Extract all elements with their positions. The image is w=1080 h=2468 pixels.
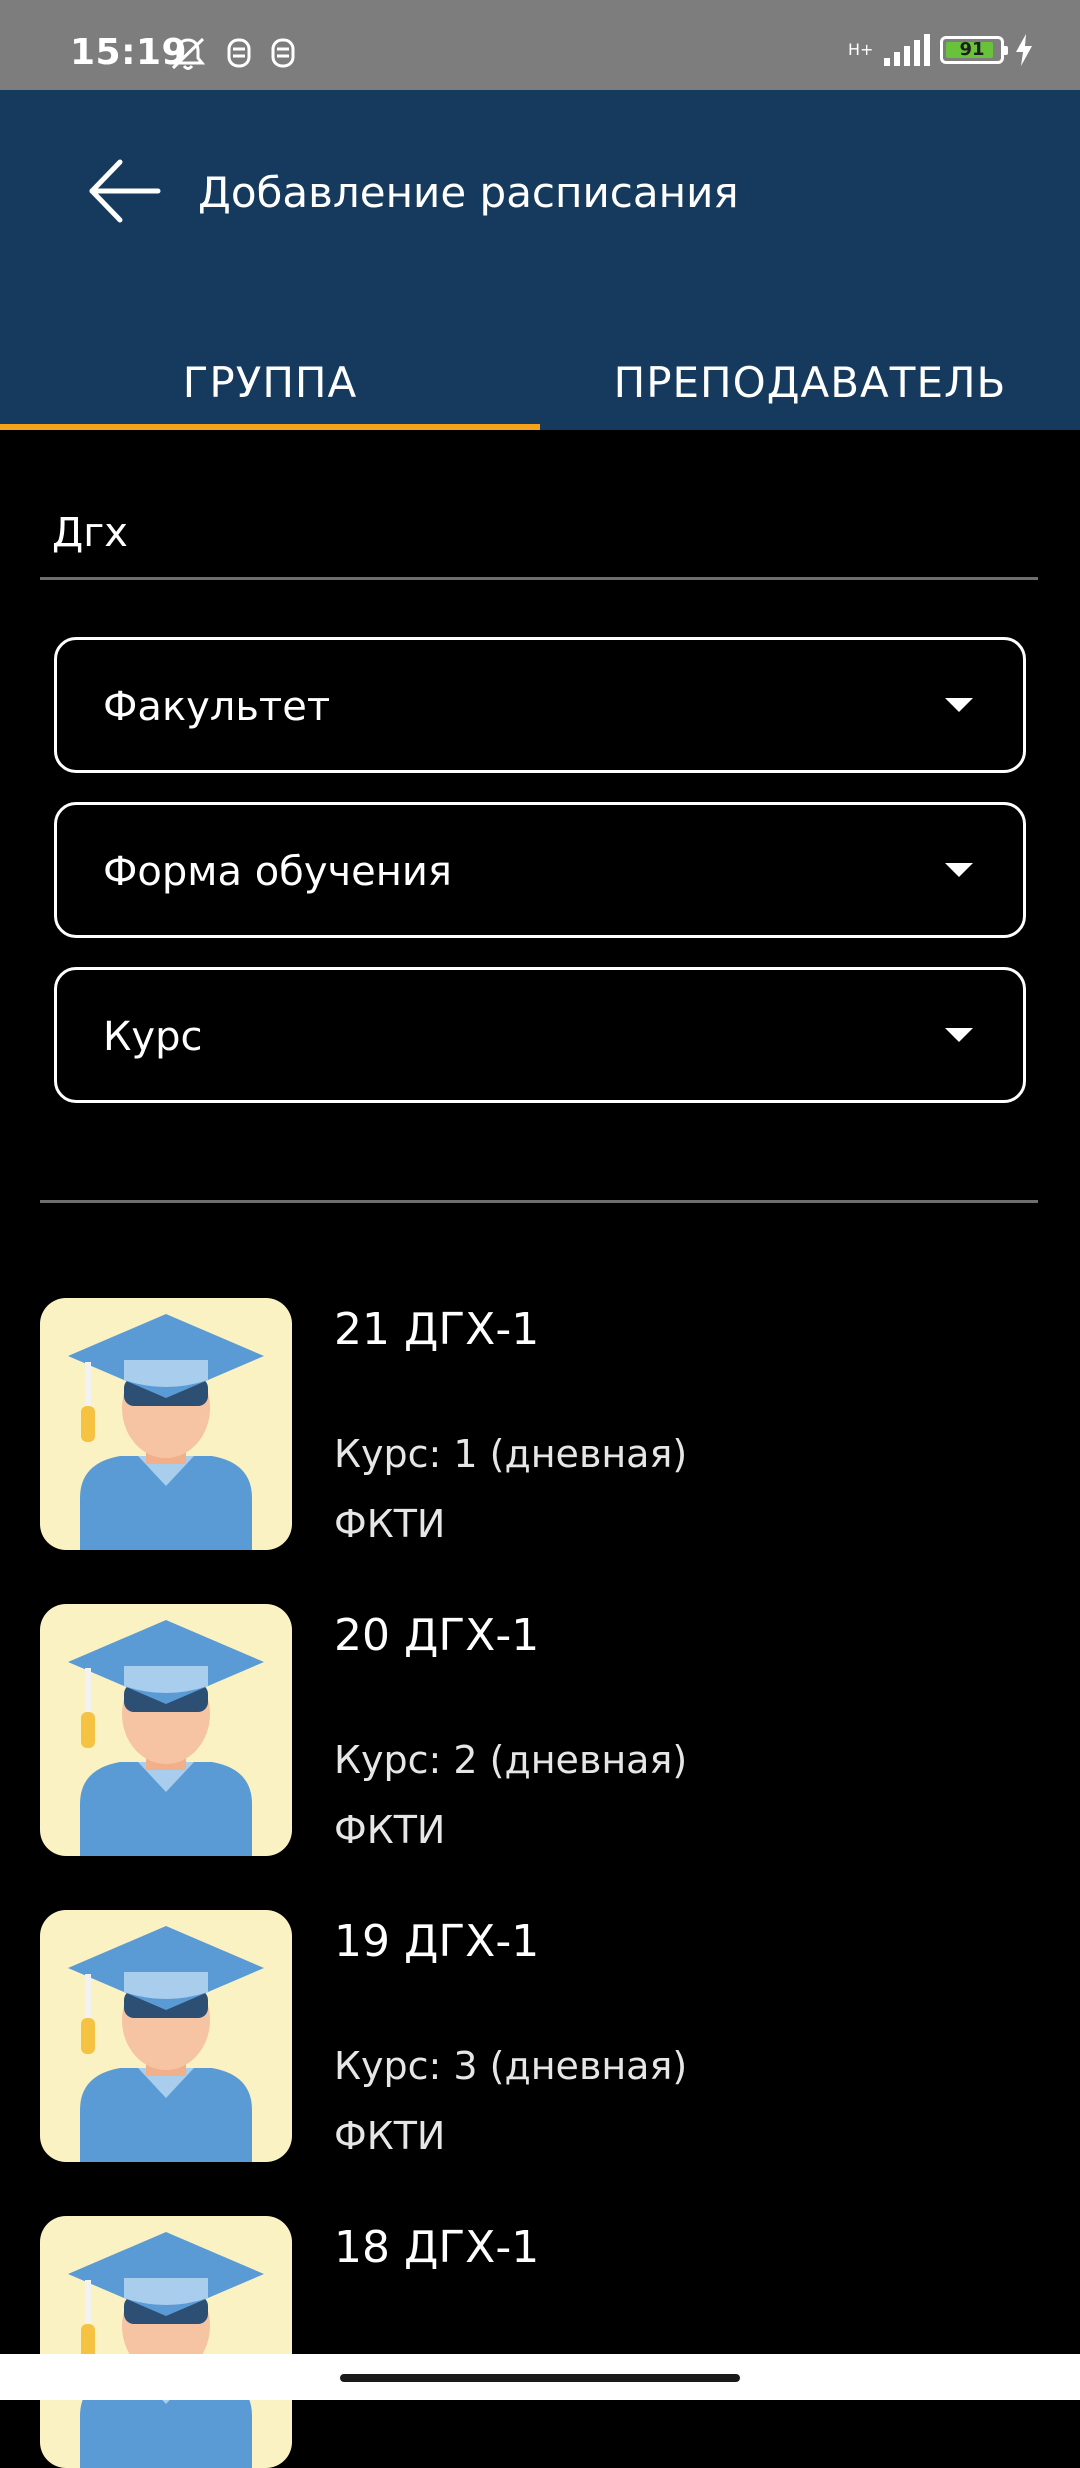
battery-icon: 91 xyxy=(940,36,1008,64)
group-name: 18 ДГХ-1 xyxy=(334,2222,540,2273)
group-course: Курс: 1 (дневная) xyxy=(334,1432,688,1476)
mute-icon xyxy=(170,37,206,70)
divider xyxy=(40,1200,1038,1203)
avatar xyxy=(40,2216,292,2468)
alarm-icon xyxy=(271,38,295,68)
group-name: 19 ДГХ-1 xyxy=(334,1916,540,1967)
app-bar: Добавление расписания ГРУППА ПРЕПОДАВАТЕ… xyxy=(0,90,1080,430)
battery-cap xyxy=(1004,46,1008,55)
faculty-dropdown-label: Факультет xyxy=(103,684,331,730)
tab-bar: ГРУППА ПРЕПОДАВАТЕЛЬ xyxy=(0,330,1080,430)
graduate-student-icon xyxy=(68,1314,264,1550)
course-dropdown[interactable]: Курс xyxy=(54,967,1026,1103)
group-course: Курс: 2 (дневная) xyxy=(334,1738,688,1782)
group-name: 21 ДГХ-1 xyxy=(334,1304,540,1355)
arrow-left-icon xyxy=(89,159,161,223)
avatar xyxy=(40,1604,292,1856)
caret-down-icon xyxy=(945,863,973,877)
charging-icon xyxy=(1016,34,1032,66)
group-name: 20 ДГХ-1 xyxy=(334,1610,540,1661)
group-faculty: ФКТИ xyxy=(334,2114,446,2158)
tab-group-label: ГРУППА xyxy=(182,358,358,407)
tab-teacher-label: ПРЕПОДАВАТЕЛЬ xyxy=(613,358,1007,407)
signal-icon xyxy=(884,34,930,66)
faculty-dropdown[interactable]: Факультет xyxy=(54,637,1026,773)
caret-down-icon xyxy=(945,698,973,712)
page-title: Добавление расписания xyxy=(198,168,739,217)
course-dropdown-label: Курс xyxy=(103,1014,203,1060)
list-item[interactable]: 20 ДГХ-1 Курс: 2 (дневная) ФКТИ xyxy=(40,1604,1040,1856)
home-indicator[interactable] xyxy=(340,2374,740,2382)
avatar xyxy=(40,1298,292,1550)
graduate-student-icon xyxy=(68,1926,264,2162)
caret-down-icon xyxy=(945,1028,973,1042)
tab-group[interactable]: ГРУППА xyxy=(0,330,540,430)
graduate-student-icon xyxy=(68,2232,264,2468)
status-bar: 15:19 H+ 91 xyxy=(0,0,1080,90)
list-item[interactable]: 18 ДГХ-1 xyxy=(40,2216,1040,2468)
group-course: Курс: 3 (дневная) xyxy=(334,2044,688,2088)
battery-level: 91 xyxy=(959,39,985,60)
network-type: H+ xyxy=(848,40,874,59)
group-faculty: ФКТИ xyxy=(334,1502,446,1546)
search-input[interactable] xyxy=(52,498,1012,568)
graduate-student-icon xyxy=(68,1620,264,1856)
study-form-dropdown[interactable]: Форма обучения xyxy=(54,802,1026,938)
list-item[interactable]: 19 ДГХ-1 Курс: 3 (дневная) ФКТИ xyxy=(40,1910,1040,2162)
system-nav-bar xyxy=(0,2354,1080,2400)
status-right-icons: H+ 91 xyxy=(848,34,1034,66)
tab-teacher[interactable]: ПРЕПОДАВАТЕЛЬ xyxy=(540,330,1080,430)
alarm-icon xyxy=(227,38,251,68)
search-field xyxy=(40,490,1038,580)
group-faculty: ФКТИ xyxy=(334,1808,446,1852)
avatar xyxy=(40,1910,292,2162)
status-left-icons xyxy=(168,36,296,72)
study-form-dropdown-label: Форма обучения xyxy=(103,849,452,895)
back-button[interactable] xyxy=(84,156,174,226)
list-item[interactable]: 21 ДГХ-1 Курс: 1 (дневная) ФКТИ xyxy=(40,1298,1040,1550)
